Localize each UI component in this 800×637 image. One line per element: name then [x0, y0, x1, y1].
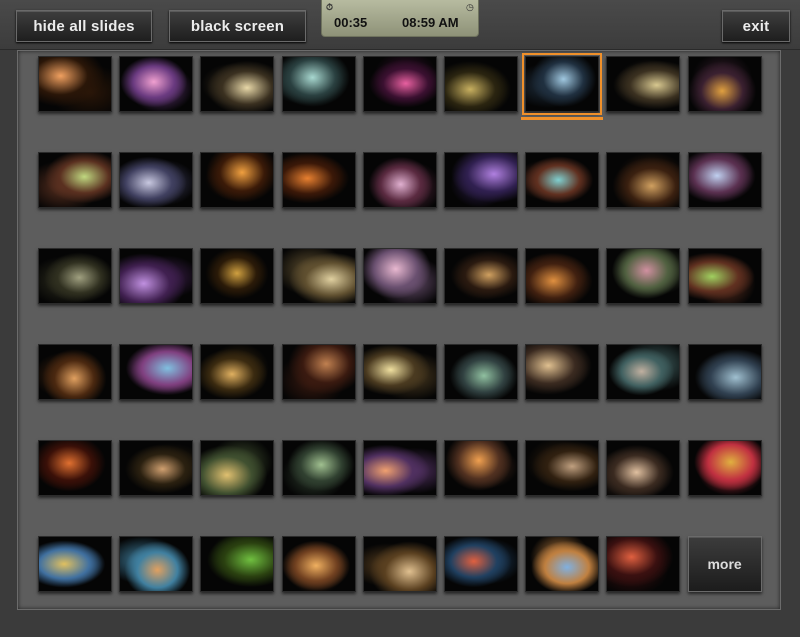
slide-thumbnail[interactable]	[687, 248, 762, 304]
clock-icon: ◷	[466, 2, 474, 12]
slide-thumbnail[interactable]	[281, 248, 356, 304]
slide-thumbnail[interactable]	[38, 440, 112, 496]
slide-thumbnail[interactable]	[200, 248, 275, 304]
slide-thumbnail[interactable]	[200, 536, 275, 592]
slide-thumbnail[interactable]	[522, 53, 603, 115]
slide-thumbnail[interactable]	[444, 440, 518, 496]
slide-thumbnail[interactable]	[606, 56, 681, 112]
slide-thumbnail[interactable]	[200, 56, 275, 112]
slide-thumbnail[interactable]	[362, 440, 437, 496]
slide-thumbnail[interactable]	[38, 536, 112, 592]
top-toolbar: hide all slides black screen ⏱ ◷ 00:35 0…	[0, 0, 800, 50]
slide-thumbnail[interactable]	[38, 248, 112, 304]
slide-thumbnail[interactable]	[200, 344, 275, 400]
slide-thumbnail[interactable]	[362, 536, 437, 592]
slide-thumbnail[interactable]	[281, 344, 356, 400]
slide-thumbnail[interactable]	[606, 344, 681, 400]
slide-thumbnail[interactable]	[525, 344, 600, 400]
slide-thumbnail[interactable]	[525, 152, 600, 208]
slide-thumbnail[interactable]	[687, 344, 762, 400]
slide-thumbnail[interactable]	[687, 56, 762, 112]
slide-thumbnail[interactable]	[606, 440, 681, 496]
selected-indicator	[521, 117, 604, 120]
slide-thumbnail[interactable]	[444, 536, 518, 592]
hide-all-slides-button[interactable]: hide all slides	[16, 10, 152, 42]
current-time: 08:59 AM	[402, 15, 459, 30]
slide-thumbnail[interactable]	[38, 56, 112, 112]
slide-thumbnail[interactable]	[38, 152, 112, 208]
slide-thumbnail[interactable]	[687, 440, 762, 496]
slide-thumbnail[interactable]	[200, 440, 275, 496]
slide-thumbnail[interactable]	[281, 152, 356, 208]
slide-thumbnail[interactable]	[525, 248, 600, 304]
slide-thumbnail[interactable]	[281, 440, 356, 496]
slide-thumbnail[interactable]	[606, 536, 681, 592]
exit-button[interactable]: exit	[722, 10, 790, 42]
slide-thumbnail[interactable]	[119, 56, 194, 112]
slide-thumbnail[interactable]	[119, 536, 194, 592]
more-button[interactable]: more	[687, 536, 762, 592]
clock-display: ⏱ ◷ 00:35 08:59 AM	[321, 0, 479, 37]
slide-thumbnail[interactable]	[687, 152, 762, 208]
slide-thumbnail[interactable]	[444, 248, 518, 304]
slide-thumbnail[interactable]	[362, 248, 437, 304]
elapsed-timer: 00:35	[334, 15, 368, 30]
slide-thumbnail[interactable]	[444, 344, 518, 400]
slide-thumbnail[interactable]	[119, 440, 194, 496]
slide-thumbnail[interactable]	[606, 152, 681, 208]
slide-thumbnail[interactable]	[281, 536, 356, 592]
slide-thumbnail[interactable]	[362, 344, 437, 400]
slide-thumbnail[interactable]	[444, 152, 518, 208]
slide-thumbnail[interactable]	[444, 56, 518, 112]
slide-thumbnail[interactable]	[362, 56, 437, 112]
slide-grid-panel: more	[17, 50, 781, 610]
slide-thumbnail[interactable]	[200, 152, 275, 208]
slide-thumbnail[interactable]	[362, 152, 437, 208]
slide-thumbnail[interactable]	[525, 536, 600, 592]
stopwatch-icon: ⏱	[326, 2, 334, 12]
slide-thumbnail[interactable]	[38, 344, 112, 400]
slide-thumbnail[interactable]	[119, 344, 194, 400]
slide-thumbnail[interactable]	[281, 56, 356, 112]
slide-thumbnail[interactable]	[119, 152, 194, 208]
slide-thumbnail[interactable]	[119, 248, 194, 304]
slide-thumbnail[interactable]	[606, 248, 681, 304]
black-screen-button[interactable]: black screen	[169, 10, 306, 42]
slide-thumbnail[interactable]	[525, 440, 600, 496]
